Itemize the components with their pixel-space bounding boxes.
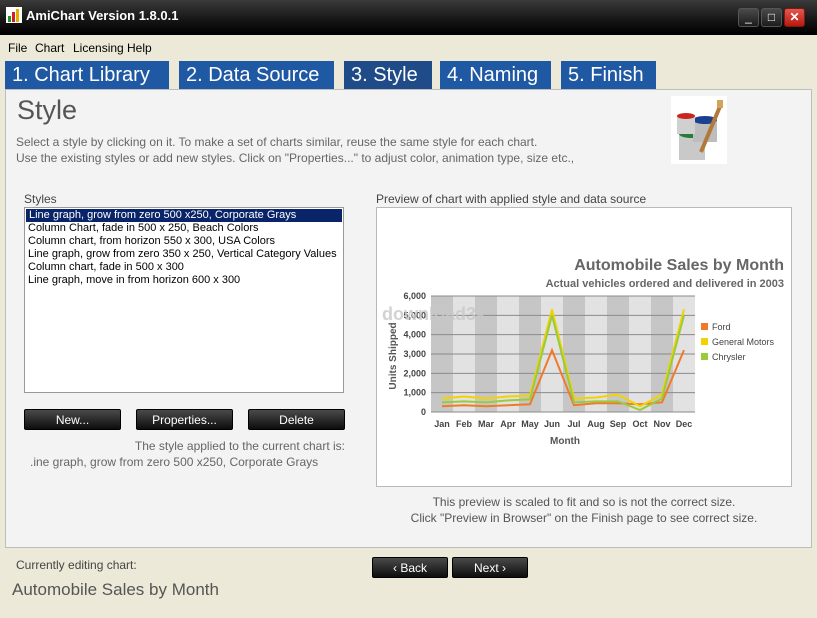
app-icon xyxy=(6,7,22,23)
tab-chart-library[interactable]: 1. Chart Library xyxy=(5,61,169,89)
chart-subtitle: Actual vehicles ordered and delivered in… xyxy=(546,278,784,290)
y-tick-label: 3,000 xyxy=(403,349,426,359)
y-tick-label: 1,000 xyxy=(403,388,426,398)
menu-file[interactable]: File xyxy=(8,41,27,55)
editing-label: Currently editing chart: xyxy=(16,558,137,572)
paint-can-icon xyxy=(671,96,727,164)
x-axis-label: Month xyxy=(550,436,580,447)
legend-label: Chrysler xyxy=(712,352,746,362)
page-description-2: Use the existing styles or add new style… xyxy=(16,151,575,165)
menu-chart[interactable]: Chart xyxy=(35,41,64,55)
styles-list[interactable]: Line graph, grow from zero 500 x250, Cor… xyxy=(24,207,344,393)
x-tick-label: Jul xyxy=(567,419,580,429)
window-title: AmiChart Version 1.8.0.1 xyxy=(26,8,179,23)
y-axis-label: Units Shipped xyxy=(388,322,399,389)
tab-naming[interactable]: 4. Naming xyxy=(440,61,551,89)
list-item[interactable]: Line graph, move in from horizon 600 x 3… xyxy=(25,274,343,287)
x-tick-label: Nov xyxy=(653,419,670,429)
y-tick-label: 2,000 xyxy=(403,368,426,378)
menu-help[interactable]: Help xyxy=(127,41,152,55)
tab-finish[interactable]: 5. Finish xyxy=(561,61,656,89)
legend-swatch xyxy=(701,323,708,330)
close-button[interactable]: ✕ xyxy=(784,8,805,27)
preview-label: Preview of chart with applied style and … xyxy=(376,192,647,206)
y-tick-label: 6,000 xyxy=(403,291,426,301)
delete-button[interactable]: Delete xyxy=(248,409,345,430)
applied-style-label: The style applied to the current chart i… xyxy=(134,439,345,453)
x-tick-label: Jun xyxy=(544,419,560,429)
x-tick-label: Sep xyxy=(610,419,627,429)
x-tick-label: Feb xyxy=(456,419,473,429)
list-item[interactable]: Line graph, grow from zero 500 x250, Cor… xyxy=(26,209,342,222)
x-tick-label: Mar xyxy=(478,419,495,429)
list-item[interactable]: Column Chart, fade in 500 x 250, Beach C… xyxy=(25,222,343,235)
styles-label: Styles xyxy=(24,192,57,206)
y-tick-label: 0 xyxy=(421,407,426,417)
x-tick-label: Jan xyxy=(434,419,450,429)
x-tick-label: Apr xyxy=(500,419,516,429)
legend-label: Ford xyxy=(712,322,731,332)
properties-button[interactable]: Properties... xyxy=(136,409,233,430)
x-tick-label: Aug xyxy=(587,419,605,429)
chart-preview: Automobile Sales by Month Actual vehicle… xyxy=(376,207,792,487)
minimize-button[interactable]: _ xyxy=(738,8,759,27)
page-description-1: Select a style by clicking on it. To mak… xyxy=(16,135,538,149)
x-tick-label: Dec xyxy=(676,419,693,429)
tab-style[interactable]: 3. Style xyxy=(344,61,432,89)
next-button[interactable]: Next › xyxy=(452,557,528,578)
preview-note-2: Click "Preview in Browser" on the Finish… xyxy=(410,511,758,525)
page-title: Style xyxy=(17,95,78,125)
list-item[interactable]: Column chart, fade in 500 x 300 xyxy=(25,261,343,274)
legend-swatch xyxy=(701,338,708,345)
watermark: download3k xyxy=(382,304,487,324)
list-item[interactable]: Column chart, from horizon 550 x 300, US… xyxy=(25,235,343,248)
menu-licensing[interactable]: Licensing xyxy=(73,41,124,55)
chart-svg: Automobile Sales by Month Actual vehicle… xyxy=(382,257,784,447)
applied-style-value: .ine graph, grow from zero 500 x250, Cor… xyxy=(30,455,319,469)
legend-swatch xyxy=(701,353,708,360)
x-tick-label: May xyxy=(521,419,539,429)
tab-data-source[interactable]: 2. Data Source xyxy=(179,61,334,89)
chart-title: Automobile Sales by Month xyxy=(574,257,784,274)
preview-note-1: This preview is scaled to fit and so is … xyxy=(432,495,736,509)
new-style-button[interactable]: New... xyxy=(24,409,121,430)
back-button[interactable]: ‹ Back xyxy=(372,557,448,578)
y-tick-label: 4,000 xyxy=(403,330,426,340)
x-tick-label: Oct xyxy=(632,419,647,429)
legend-label: General Motors xyxy=(712,337,775,347)
list-item[interactable]: Line graph, grow from zero 350 x 250, Ve… xyxy=(25,248,343,261)
maximize-button[interactable]: □ xyxy=(761,8,782,27)
editing-chart-name: Automobile Sales by Month xyxy=(12,580,219,599)
